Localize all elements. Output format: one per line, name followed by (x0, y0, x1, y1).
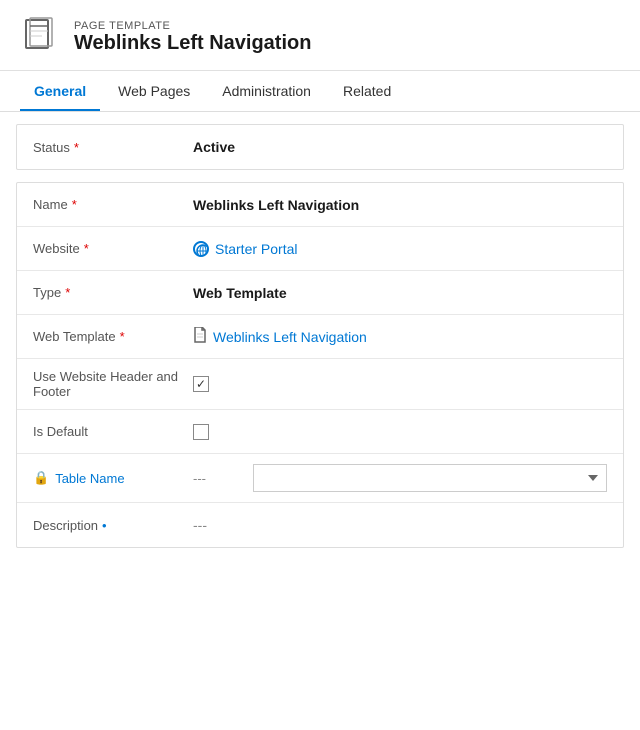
table-name-dropdown[interactable] (253, 464, 607, 492)
website-row: Website * Starter Portal (17, 227, 623, 271)
status-section: Status * Active (16, 124, 624, 170)
status-required: * (74, 140, 79, 155)
status-row: Status * Active (17, 125, 623, 169)
use-header-footer-checkbox-wrap (193, 376, 607, 392)
is-default-label: Is Default (33, 424, 193, 439)
description-value: --- (193, 517, 607, 533)
use-header-footer-checkbox[interactable] (193, 376, 209, 392)
page-template-icon (20, 16, 62, 58)
tab-web-pages[interactable]: Web Pages (104, 71, 204, 111)
type-value: Web Template (193, 285, 607, 301)
table-name-dashes: --- (193, 471, 253, 486)
use-header-footer-value (193, 376, 607, 392)
type-required: * (65, 285, 70, 300)
page-header: PAGE TEMPLATE Weblinks Left Navigation (0, 0, 640, 71)
use-header-footer-row: Use Website Header and Footer (17, 359, 623, 410)
web-template-value[interactable]: Weblinks Left Navigation (193, 327, 607, 346)
lock-icon: 🔒 (33, 470, 49, 486)
page-title: Weblinks Left Navigation (74, 32, 311, 55)
tab-bar: General Web Pages Administration Related (0, 71, 640, 112)
table-name-row: 🔒 Table Name --- (17, 454, 623, 503)
is-default-checkbox-wrap (193, 424, 607, 440)
website-value[interactable]: Starter Portal (193, 241, 607, 257)
details-section: Name * Weblinks Left Navigation Website … (16, 182, 624, 548)
is-default-checkbox[interactable] (193, 424, 209, 440)
tab-administration[interactable]: Administration (208, 71, 325, 111)
header-text: PAGE TEMPLATE Weblinks Left Navigation (74, 20, 311, 55)
tab-general[interactable]: General (20, 71, 100, 111)
description-row: Description • --- (17, 503, 623, 547)
name-row: Name * Weblinks Left Navigation (17, 183, 623, 227)
status-label: Status * (33, 140, 193, 155)
type-label: Type * (33, 285, 193, 300)
description-required: • (102, 518, 107, 533)
website-label: Website * (33, 241, 193, 256)
tab-related[interactable]: Related (329, 71, 405, 111)
globe-icon (193, 241, 209, 257)
name-value: Weblinks Left Navigation (193, 197, 607, 213)
type-row: Type * Web Template (17, 271, 623, 315)
name-required: * (72, 197, 77, 212)
table-name-label[interactable]: 🔒 Table Name (33, 470, 193, 486)
use-header-footer-label: Use Website Header and Footer (33, 369, 193, 399)
web-template-row: Web Template * Weblinks Left Navigation (17, 315, 623, 359)
is-default-value (193, 424, 607, 440)
web-template-required: * (120, 329, 125, 344)
is-default-row: Is Default (17, 410, 623, 454)
file-icon (193, 327, 207, 346)
page-template-label: PAGE TEMPLATE (74, 20, 311, 32)
web-template-label: Web Template * (33, 329, 193, 344)
status-value: Active (193, 139, 607, 155)
description-label: Description • (33, 518, 193, 533)
website-required: * (84, 241, 89, 256)
name-label: Name * (33, 197, 193, 212)
